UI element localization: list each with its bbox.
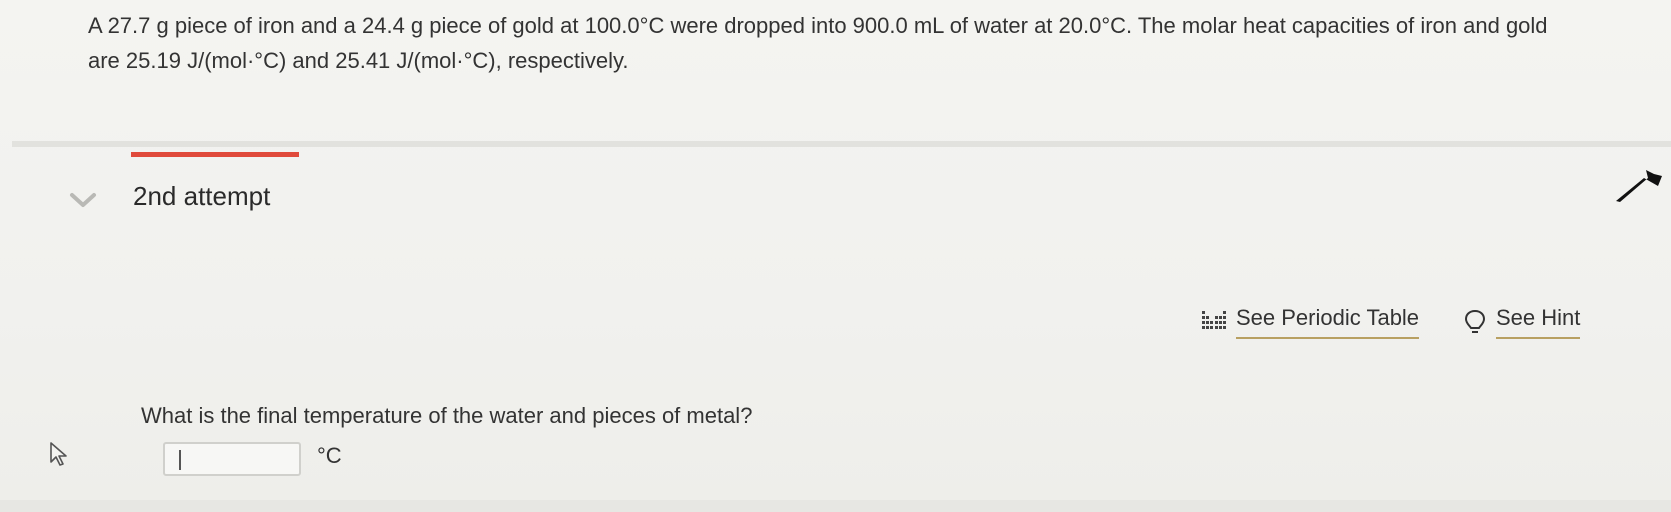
collapse-arrow-icon[interactable] [1614,168,1664,204]
unit-label: °C [317,443,342,468]
mouse-pointer-icon [50,442,67,466]
periodic-table-icon [1202,311,1226,329]
problem-statement: A 27.7 g piece of iron and a 24.4 g piec… [88,8,1648,78]
answer-input[interactable] [163,442,301,476]
lightbulb-icon [1464,309,1486,333]
problem-line-1: A 27.7 g piece of iron and a 24.4 g piec… [88,13,1548,38]
chevron-down-icon[interactable] [68,190,98,210]
question-text: What is the final temperature of the wat… [141,403,753,428]
problem-line-2: are 25.19 J/(mol·°C) and 25.41 J/(mol·°C… [88,48,629,73]
attempt-title: 2nd attempt [133,181,271,211]
section-divider [12,141,1671,147]
attempt-indicator-bar [131,152,299,157]
bottom-divider [0,500,1671,512]
text-caret [179,450,181,470]
hint-label: See Hint [1496,305,1581,339]
page: A 27.7 g piece of iron and a 24.4 g piec… [0,0,1671,512]
periodic-table-label: See Periodic Table [1236,305,1420,339]
